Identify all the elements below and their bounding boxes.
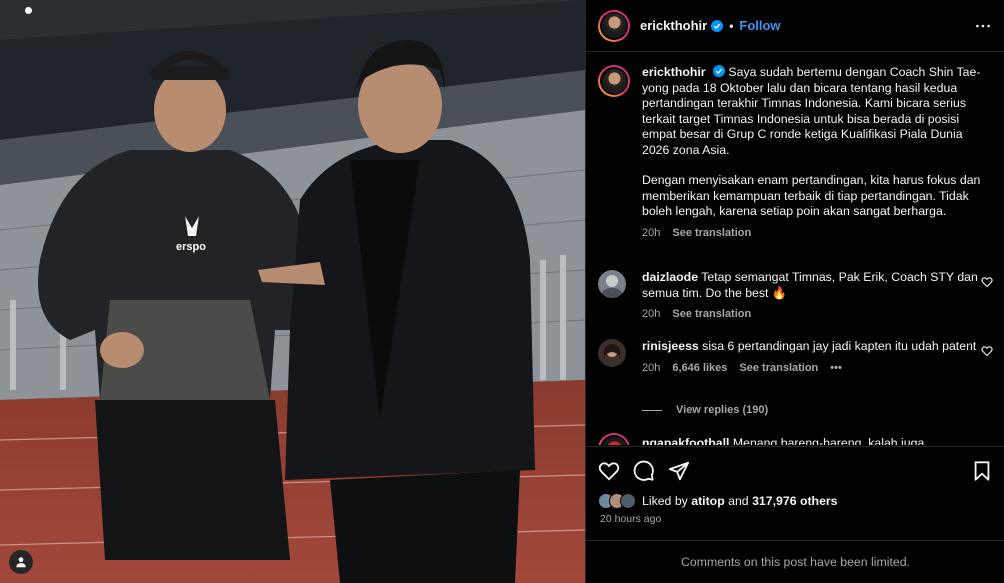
heart-icon[interactable] <box>598 460 620 482</box>
verified-badge-icon <box>712 65 725 77</box>
liker-avatars <box>598 493 636 509</box>
post-actions: Liked by atitop and 317,976 others 20 ho… <box>586 446 1004 546</box>
caption-time: 20h <box>642 226 661 239</box>
see-translation-link[interactable]: See translation <box>672 307 751 323</box>
caption-text-p2: Dengan menyisakan enam pertandingan, kit… <box>642 173 981 218</box>
likes-and: and <box>728 494 749 508</box>
likes-count[interactable]: 317,976 others <box>752 494 837 508</box>
comment-text: Menang bareng-bareng, kalah juga <box>732 436 925 445</box>
comment-meta: 20h 6,646 likes See translation ••• <box>642 361 982 377</box>
user-tag-icon[interactable] <box>9 550 33 574</box>
post-photo-illustration: erspo <box>0 0 585 583</box>
commenter-avatar[interactable] <box>598 339 626 367</box>
header-separator: • <box>729 18 734 33</box>
commenter-avatar[interactable] <box>598 433 630 445</box>
comment-body: rinisjeess sisa 6 pertandingan jay jadi … <box>642 339 982 376</box>
comment-body: ngapakfootball Menang bareng-bareng, kal… <box>642 436 982 445</box>
caption-username[interactable]: erickthohir <box>642 65 706 79</box>
comment-more-options[interactable]: ••• <box>830 361 842 377</box>
carousel-indicator-dot <box>25 7 32 14</box>
comment-time: 20h <box>642 361 661 374</box>
comment-meta: 20h See translation <box>642 307 982 323</box>
verified-badge-icon <box>711 19 724 32</box>
commenter-avatar[interactable] <box>598 270 626 298</box>
comment-username[interactable]: rinisjeess <box>642 339 699 353</box>
comment-icon[interactable] <box>633 460 655 482</box>
more-options-icon[interactable] <box>973 16 993 36</box>
likes-user[interactable]: atitop <box>691 494 724 508</box>
replies-divider <box>642 409 662 411</box>
see-translation-link[interactable]: See translation <box>672 226 751 242</box>
follow-button[interactable]: Follow <box>739 18 780 33</box>
caption-avatar[interactable] <box>598 65 630 97</box>
comment-username[interactable]: daizlaode <box>642 270 698 284</box>
author-username[interactable]: erickthohir <box>640 18 707 33</box>
svg-text:erspo: erspo <box>176 241 206 253</box>
view-replies-button[interactable]: View replies (190) <box>642 404 768 416</box>
author-avatar[interactable] <box>598 9 630 42</box>
bookmark-icon[interactable] <box>971 460 993 482</box>
post-time: 20 hours ago <box>600 513 662 525</box>
post-photo[interactable]: erspo <box>0 0 585 583</box>
likes-prefix: Liked by <box>642 494 688 508</box>
likes-summary[interactable]: Liked by atitop and 317,976 others <box>598 493 838 509</box>
caption-body: erickthohir Saya sudah bertemu dengan Co… <box>642 65 982 241</box>
comment-text: sisa 6 pertandingan jay jadi kapten itu … <box>702 339 977 353</box>
post-side-panel: erickthohir • Follow erickthohir Saya su… <box>585 0 1004 583</box>
see-translation-link[interactable]: See translation <box>739 361 818 377</box>
comments-list[interactable]: erickthohir Saya sudah bertemu dengan Co… <box>586 53 1004 445</box>
view-replies-label: View replies (190) <box>676 404 769 416</box>
comment-like-heart-icon[interactable] <box>981 276 993 288</box>
comments-limited-notice: Comments on this post have been limited. <box>586 540 1004 583</box>
comment-body: daizlaode Tetap semangat Timnas, Pak Eri… <box>642 270 982 323</box>
comment-like-heart-icon[interactable] <box>981 345 993 357</box>
comment-username[interactable]: ngapakfootball <box>642 436 729 445</box>
comment-likes-count[interactable]: 6,646 likes <box>672 361 727 377</box>
caption-meta: 20h See translation <box>642 226 982 242</box>
instagram-post-view: erspo erickthohir • Follow erickthohir S… <box>0 0 1004 583</box>
comment-time: 20h <box>642 308 661 320</box>
share-icon[interactable] <box>668 460 690 482</box>
post-header: erickthohir • Follow <box>586 0 1004 52</box>
